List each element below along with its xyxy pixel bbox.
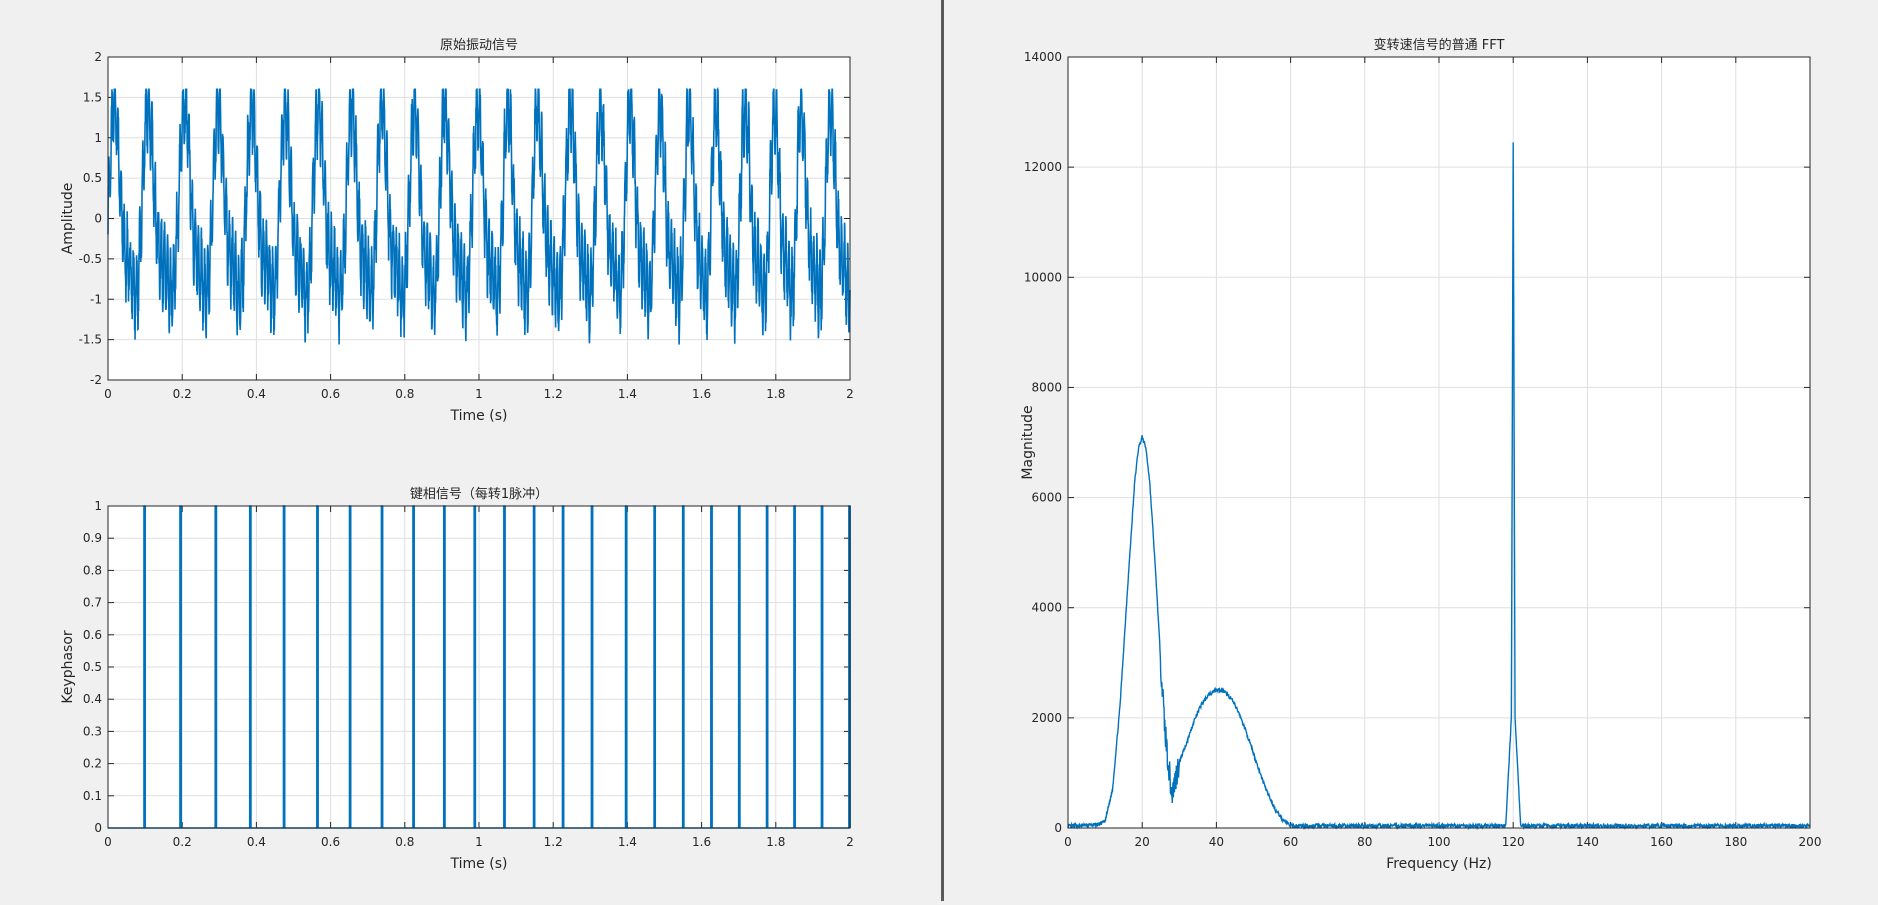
fft-x-tick-label: 100 — [1428, 835, 1451, 849]
keyphasor-chart: 0 0.2 0.4 0.6 0.8 1 1.2 1.4 1.6 1.8 2 0 0.1 0.2 0.3 0.4… — [60, 486, 854, 872]
vibration-x-tick-label: 0 — [104, 387, 112, 401]
keyphasor-y-tick-label: 1 — [94, 499, 102, 513]
keyphasor-x-tick-label: 1 — [475, 835, 483, 849]
vibration-x-tick-label: 2 — [846, 387, 854, 401]
vibration-chart: 0 0.2 0.4 0.6 0.8 1 1.2 1.4 1.6 1.8 2 -2 -1.5 -1 -0.5 0… — [60, 38, 854, 424]
vibration-y-tick-label: 0.5 — [83, 171, 102, 185]
vibration-x-tick-label: 1.2 — [544, 387, 563, 401]
fft-y-tick-label: 8000 — [1031, 380, 1062, 394]
vibration-y-tick-label: 1.5 — [83, 90, 102, 104]
fft-x-axis-label: Frequency (Hz) — [1386, 856, 1492, 872]
fft-y-tick-label: 0 — [1054, 821, 1062, 835]
keyphasor-y-tick-label: 0.3 — [83, 724, 102, 738]
vibration-x-axis-label: Time (s) — [450, 408, 508, 424]
vibration-x-tick-label: 1.6 — [692, 387, 711, 401]
keyphasor-y-tick-label: 0 — [94, 821, 102, 835]
vibration-y-tick-label: -2 — [90, 373, 102, 387]
vibration-y-tick-label: 1 — [94, 131, 102, 145]
vibration-x-tick-label: 0.4 — [247, 387, 266, 401]
right-figure-panel: 0 20 40 60 80 100 120 140 160 180 200 0 2000 4000 6000… — [944, 0, 1878, 901]
fft-x-tick-label: 120 — [1502, 835, 1525, 849]
keyphasor-y-tick-label: 0.2 — [83, 757, 102, 771]
fft-y-tick-label: 14000 — [1024, 50, 1062, 64]
keyphasor-x-axis-label: Time (s) — [450, 856, 508, 872]
fft-y-tick-label: 4000 — [1031, 601, 1062, 615]
vibration-y-tick-label: 2 — [94, 50, 102, 64]
keyphasor-y-tick-label: 0.5 — [83, 660, 102, 674]
keyphasor-y-axis-label: Keyphasor — [60, 630, 76, 704]
vibration-x-tick-label: 1 — [475, 387, 483, 401]
vibration-y-tick-label: -1.5 — [79, 333, 102, 347]
keyphasor-y-tick-label: 0.4 — [83, 692, 102, 706]
left-figure-panel: 0 0.2 0.4 0.6 0.8 1 1.2 1.4 1.6 1.8 2 -2 -1.5 -1 -0.5 0… — [0, 0, 941, 901]
keyphasor-x-tick-label: 1.4 — [618, 835, 637, 849]
fft-x-tick-label: 180 — [1724, 835, 1747, 849]
keyphasor-x-tick-label: 0 — [104, 835, 112, 849]
fft-x-tick-label: 80 — [1357, 835, 1372, 849]
fft-x-tick-label: 40 — [1209, 835, 1224, 849]
keyphasor-x-tick-label: 0.2 — [173, 835, 192, 849]
fft-x-tick-label: 20 — [1135, 835, 1150, 849]
keyphasor-y-tick-label: 0.1 — [83, 789, 102, 803]
keyphasor-title: 键相信号（每转1脉冲） — [410, 486, 548, 502]
fft-chart: 0 20 40 60 80 100 120 140 160 180 2000200040006000… — [1020, 37, 1821, 872]
vibration-x-tick-label: 1.4 — [618, 387, 637, 401]
vibration-y-axis-label: Amplitude — [60, 183, 76, 255]
keyphasor-x-tick-label: 2 — [846, 835, 854, 849]
left-figure-canvas: 0 0.2 0.4 0.6 0.8 1 1.2 1.4 1.6 1.8 2 -2 -1.5 -1 -0.5 0… — [60, 38, 854, 872]
vibration-y-tick-label: -1 — [90, 292, 102, 306]
vibration-y-tick-label: 0 — [94, 212, 102, 226]
keyphasor-y-tick-label: 0.8 — [83, 563, 102, 577]
fft-x-tick-label: 200 — [1799, 835, 1822, 849]
fft-y-tick-label: 6000 — [1031, 491, 1062, 505]
fft-y-tick-label: 2000 — [1031, 711, 1062, 725]
keyphasor-x-tick-label: 1.6 — [692, 835, 711, 849]
vibration-x-tick-label: 0.2 — [173, 387, 192, 401]
keyphasor-x-tick-label: 1.8 — [766, 835, 785, 849]
vibration-x-tick-label: 1.8 — [766, 387, 785, 401]
keyphasor-y-tick-label: 0.6 — [83, 628, 102, 642]
keyphasor-y-tick-label: 0.7 — [83, 596, 102, 610]
fft-y-tick-label: 12000 — [1024, 160, 1062, 174]
vibration-x-tick-label: 0.8 — [395, 387, 414, 401]
fft-title: 变转速信号的普通 FFT — [1374, 37, 1505, 53]
keyphasor-y-tick-label: 0.9 — [83, 531, 102, 545]
right-figure-canvas: 0 20 40 60 80 100 120 140 160 180 2000200040006000… — [1020, 37, 1821, 872]
fft-x-tick-label: 140 — [1576, 835, 1599, 849]
keyphasor-x-tick-label: 0.8 — [395, 835, 414, 849]
vibration-y-tick-label: -0.5 — [79, 252, 102, 266]
keyphasor-x-tick-label: 1.2 — [544, 835, 563, 849]
keyphasor-x-tick-label: 0.4 — [247, 835, 266, 849]
keyphasor-x-tick-label: 0.6 — [321, 835, 340, 849]
vibration-x-tick-label: 0.6 — [321, 387, 340, 401]
vibration-title: 原始振动信号 — [440, 38, 518, 53]
fft-y-axis-label: Magnitude — [1020, 405, 1036, 479]
fft-x-tick-label: 0 — [1064, 835, 1072, 849]
fft-x-tick-label: 160 — [1650, 835, 1673, 849]
fft-y-tick-label: 10000 — [1024, 270, 1062, 284]
fft-x-tick-label: 60 — [1283, 835, 1298, 849]
